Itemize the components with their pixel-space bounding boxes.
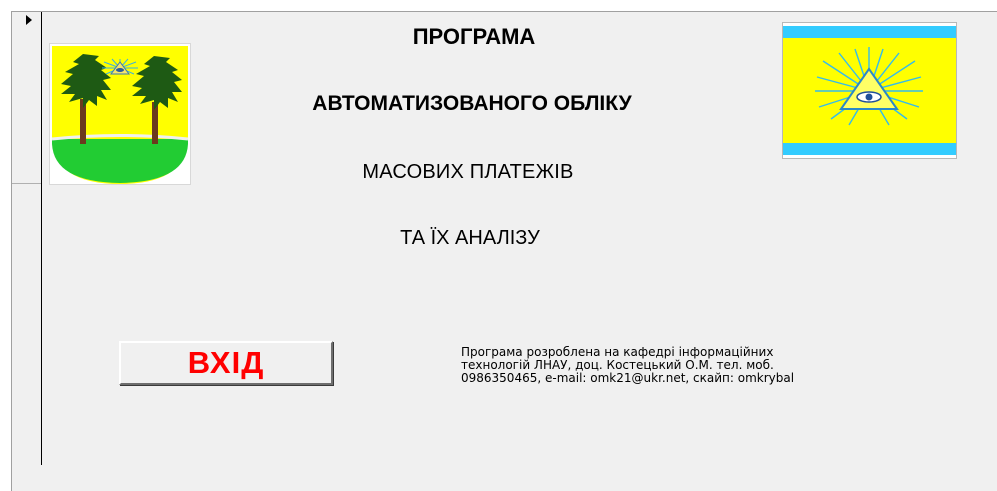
info-line: 0986350465, e-mail: omk21@ukr.net, скайп… (461, 371, 795, 385)
title-line-4: ТА ЇХ АНАЛІЗУ (400, 227, 540, 249)
flag-icon (782, 22, 957, 159)
coat-of-arms-icon (49, 43, 191, 185)
enter-button[interactable]: ВХІД (119, 341, 333, 385)
access-form: ПРОГРАМА АВТОМАТИЗОВАНОГО ОБЛІКУ МАСОВИХ… (11, 11, 997, 491)
developer-info: Програма розроблена на кафедрі інформаці… (461, 346, 941, 385)
